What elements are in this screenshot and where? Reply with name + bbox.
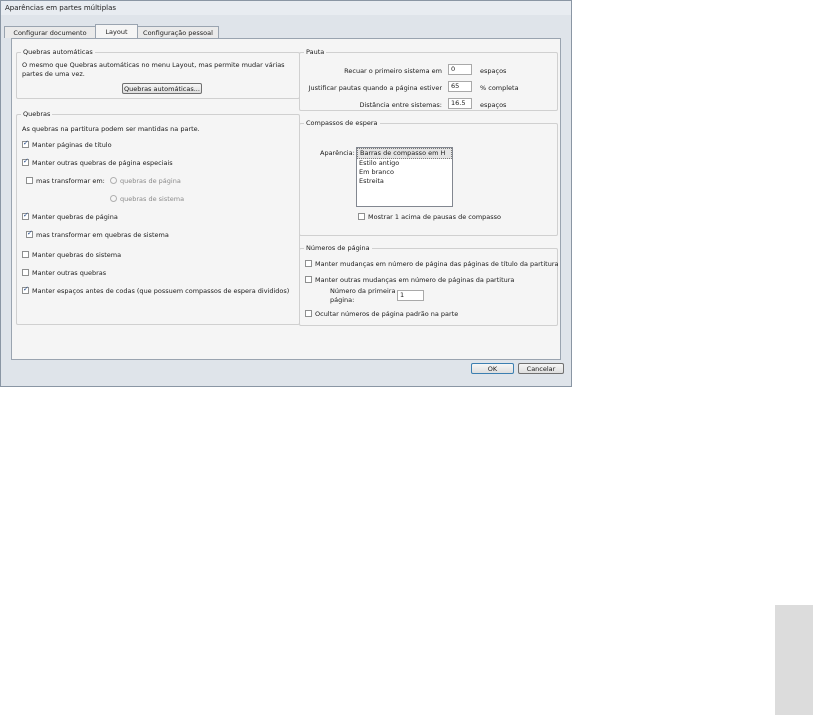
auto-breaks-group: Quebras automáticas O mesmo que Quebras … <box>16 48 300 99</box>
hide-default-checkbox[interactable] <box>305 310 312 317</box>
appearance-option[interactable]: Estilo antigo <box>357 159 452 168</box>
window-title: Aparências em partes múltiplas <box>1 1 571 15</box>
keep-spaces-before-codas-checkbox[interactable] <box>22 285 29 294</box>
show-one-above-checkbox[interactable] <box>358 213 365 220</box>
tab-layout[interactable]: Layout <box>95 24 138 38</box>
show-one-above-label: Mostrar 1 acima de pausas de compasso <box>368 213 502 221</box>
keep-other-breaks-checkbox[interactable] <box>22 269 29 276</box>
cancel-button[interactable]: Cancelar <box>518 363 564 374</box>
multirests-group: Compassos de espera Aparência: Barras de… <box>299 119 558 236</box>
indent-label: Recuar o primeiro sistema em <box>344 67 442 75</box>
ok-button[interactable]: OK <box>471 363 514 374</box>
breaks-legend: Quebras <box>21 110 53 118</box>
first-page-number-input[interactable]: 1 <box>397 290 424 301</box>
justify-input[interactable]: 65 <box>448 81 472 92</box>
keep-other-breaks-label: Manter outras quebras <box>32 269 107 277</box>
distance-input[interactable]: 16.5 <box>448 98 472 109</box>
keep-page-breaks-label: Manter quebras de página <box>32 213 118 221</box>
radio-page-breaks[interactable] <box>110 177 117 184</box>
but-transform-into-label: mas transformar em: <box>36 177 105 185</box>
keep-page-breaks-checkbox[interactable] <box>22 211 29 220</box>
background-gray-bar <box>775 605 813 715</box>
indent-input[interactable]: 0 <box>448 64 472 75</box>
tab-configuracao-pessoal[interactable]: Configuração pessoal <box>137 26 219 38</box>
transform-to-system-breaks-checkbox[interactable] <box>26 229 33 238</box>
keep-other-changes-checkbox[interactable] <box>305 276 312 283</box>
justify-unit: % completa <box>480 84 519 92</box>
keep-spaces-before-codas-label: Manter espaços antes de codas (que possu… <box>32 287 290 295</box>
keep-other-changes-label: Manter outras mudanças em número de pági… <box>315 276 515 284</box>
keep-title-changes-label: Manter mudanças em número de página das … <box>315 260 559 268</box>
appearance-label: Aparência: <box>320 149 355 157</box>
staff-group: Pauta Recuar o primeiro sistema em 0 esp… <box>299 48 558 111</box>
keep-special-page-breaks-label: Manter outras quebras de página especiai… <box>32 159 173 167</box>
page-numbers-legend: Números de página <box>304 244 372 252</box>
appearance-listbox[interactable]: Barras de compasso em H Estilo antigo Em… <box>356 147 453 207</box>
auto-breaks-button[interactable]: Quebras automáticas... <box>122 83 202 94</box>
but-transform-into-checkbox[interactable] <box>26 177 33 184</box>
tab-panel-layout: Quebras automáticas O mesmo que Quebras … <box>11 38 561 360</box>
multirests-legend: Compassos de espera <box>304 119 380 127</box>
keep-system-breaks-checkbox[interactable] <box>22 251 29 258</box>
dialog-window: Aparências em partes múltiplas Configura… <box>0 0 572 387</box>
justify-label: Justificar pautas quando a página estive… <box>308 84 442 92</box>
auto-breaks-legend: Quebras automáticas <box>21 48 95 56</box>
keep-special-page-breaks-checkbox[interactable] <box>22 157 29 166</box>
radio-system-breaks[interactable] <box>110 195 117 202</box>
breaks-intro: As quebras na partitura podem ser mantid… <box>22 125 200 133</box>
appearance-option[interactable]: Barras de compasso em H <box>357 148 452 159</box>
first-page-label-line2: página: <box>330 296 355 304</box>
radio-page-breaks-label: quebras de página <box>120 177 181 185</box>
staff-legend: Pauta <box>304 48 327 56</box>
distance-label: Distância entre sistemas: <box>359 101 442 109</box>
breaks-group: Quebras As quebras na partitura podem se… <box>16 110 300 325</box>
indent-unit: espaços <box>480 67 507 75</box>
keep-system-breaks-label: Manter quebras do sistema <box>32 251 122 259</box>
tab-configurar-documento[interactable]: Configurar documento <box>4 26 96 38</box>
radio-system-breaks-label: quebras de sistema <box>120 195 185 203</box>
appearance-option[interactable]: Estreita <box>357 177 452 186</box>
keep-title-pages-checkbox[interactable] <box>22 139 29 148</box>
distance-unit: espaços <box>480 101 507 109</box>
appearance-option[interactable]: Em branco <box>357 168 452 177</box>
hide-default-label: Ocultar números de página padrão na part… <box>315 310 459 318</box>
first-page-label-line1: Número da primeira <box>330 287 396 295</box>
transform-to-system-breaks-label: mas transformar em quebras de sistema <box>36 231 169 239</box>
keep-title-pages-label: Manter páginas de título <box>32 141 112 149</box>
auto-breaks-description: O mesmo que Quebras automáticas no menu … <box>22 61 285 78</box>
keep-title-changes-checkbox[interactable] <box>305 260 312 267</box>
page-numbers-group: Números de página Manter mudanças em núm… <box>299 244 559 326</box>
